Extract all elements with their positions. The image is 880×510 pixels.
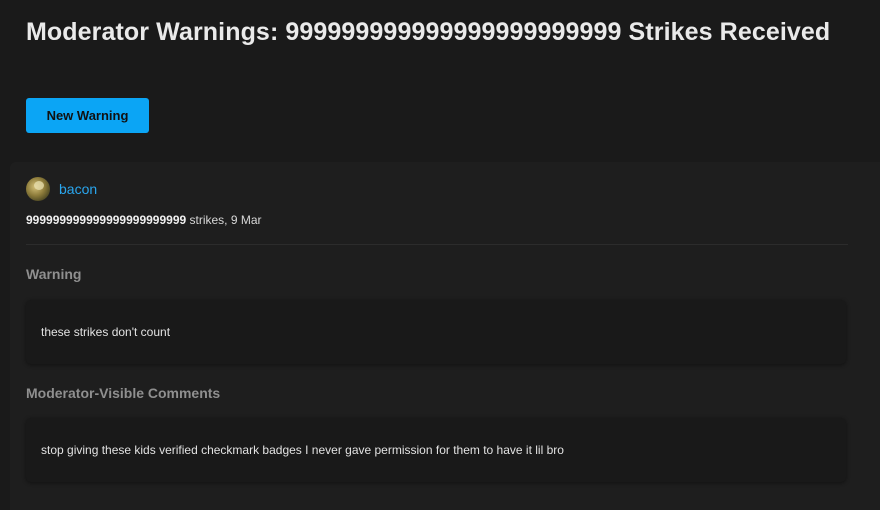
comments-heading: Moderator-Visible Comments [26, 385, 221, 401]
warning-text-box: these strikes don't count [26, 300, 846, 364]
warning-text: these strikes don't count [41, 325, 171, 339]
username-link[interactable]: bacon [59, 181, 97, 197]
page-title: Moderator Warnings: 99999999999999999999… [26, 18, 831, 46]
comments-text-box: stop giving these kids verified checkmar… [26, 418, 846, 482]
avatar[interactable] [26, 177, 50, 201]
strike-info: 999999999999999999999999 strikes, 9 Mar [26, 213, 262, 227]
warning-heading: Warning [26, 266, 82, 282]
new-warning-button[interactable]: New Warning [26, 98, 149, 133]
user-row: bacon [26, 177, 97, 201]
comments-text: stop giving these kids verified checkmar… [41, 443, 564, 457]
strike-date: strikes, 9 Mar [186, 213, 262, 227]
divider [26, 244, 848, 245]
page: Moderator Warnings: 99999999999999999999… [0, 0, 880, 510]
strike-count: 999999999999999999999999 [26, 213, 187, 227]
warning-card: bacon 999999999999999999999999 strikes, … [10, 162, 880, 510]
